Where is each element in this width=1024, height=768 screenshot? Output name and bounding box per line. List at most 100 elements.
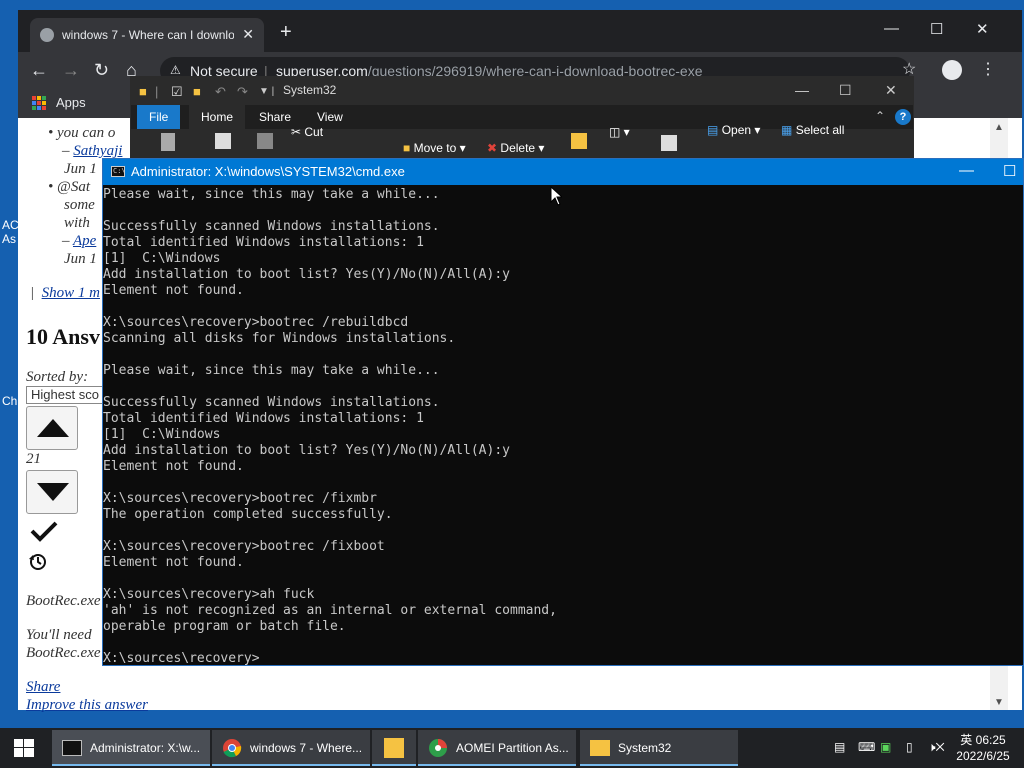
new-folder-icon[interactable] [571, 133, 587, 149]
select-all-button[interactable]: ▦ Select all [781, 123, 844, 137]
cmd-line: Total identified Windows installations: … [103, 235, 424, 250]
mouse-cursor-icon [550, 186, 562, 206]
share-link[interactable]: Share [26, 678, 60, 696]
globe-icon [40, 28, 54, 42]
tab-file[interactable]: File [137, 105, 181, 129]
apps-grid-icon[interactable] [32, 96, 46, 110]
explorer-title: System32 [283, 83, 337, 97]
vote-count: 21 [26, 451, 41, 467]
properties-icon[interactable]: ☑ [171, 84, 183, 100]
warning-icon[interactable]: ⚠ [170, 63, 181, 77]
help-icon[interactable]: ? [895, 109, 911, 125]
taskbar-item-aomei[interactable]: AOMEI Partition As... [418, 730, 576, 766]
comment-text: • @Sat [48, 179, 90, 195]
keyboard-icon[interactable]: ⌨ [858, 740, 875, 754]
delete-button[interactable]: ✖ Delete ▾ [487, 141, 544, 155]
cmd-line [103, 635, 1023, 651]
collapse-ribbon-icon[interactable]: ⌃ [875, 109, 885, 123]
taskbar-item-label: AOMEI Partition As... [456, 741, 569, 755]
history-icon[interactable] [28, 552, 48, 572]
explorer-maximize-button[interactable]: ☐ [839, 82, 852, 99]
file-explorer-icon [384, 738, 404, 758]
explorer-close-button[interactable]: ✕ [885, 82, 897, 99]
cmd-line: Add installation to boot list? Yes(Y)/No… [103, 443, 510, 458]
cmd-line [103, 379, 1023, 395]
menu-kebab-icon[interactable]: ⋮ [980, 59, 996, 79]
ime-indicator[interactable]: 英 [960, 733, 972, 747]
cmd-maximize-button[interactable]: ☐ [1003, 162, 1016, 180]
pin-icon[interactable] [161, 133, 175, 151]
bookmark-apps[interactable]: Apps [56, 95, 86, 110]
taskbar-item-label: System32 [618, 741, 672, 755]
cmd-line [103, 299, 1023, 315]
aomei-icon [429, 739, 447, 757]
taskbar-item-system32[interactable]: System32 [580, 730, 738, 766]
answer-text: You'll need [26, 627, 92, 643]
accepted-check-icon [30, 521, 58, 542]
browser-tab[interactable]: windows 7 - Where can I download bootrec… [30, 18, 264, 52]
cmd-line: X:\sources\recovery>bootrec /fixmbr [103, 491, 377, 506]
undo-icon[interactable]: ↶ [215, 84, 226, 100]
usb-icon[interactable]: ▯ [906, 740, 913, 754]
color-app-icon[interactable]: ▣ [880, 740, 891, 754]
clock-date: 2022/6/25 [956, 749, 1010, 763]
comment-text: • you can o [48, 125, 116, 141]
taskbar-item-chrome[interactable]: windows 7 - Where... [212, 730, 370, 766]
taskbar: Administrator: X:\w... windows 7 - Where… [0, 728, 1024, 768]
explorer-minimize-button[interactable]: — [795, 82, 809, 98]
explorer-window: ■ | ☑ ■ ↶ ↷ ▼ | System32 — ☐ ✕ File Home… [130, 76, 914, 158]
taskbar-item-cmd[interactable]: Administrator: X:\w... [52, 730, 210, 766]
properties-icon[interactable]: ◫ ▾ [609, 125, 630, 139]
network-icon[interactable]: ▤ [834, 740, 845, 754]
desktop-icon-label[interactable]: AC [2, 218, 19, 232]
maximize-button[interactable]: ☐ [930, 20, 943, 38]
properties-check-icon[interactable] [661, 135, 677, 151]
profile-avatar-icon[interactable] [942, 60, 962, 80]
customize-quick-access-icon[interactable]: ▼ | [259, 86, 274, 97]
cmd-line: Element not found. [103, 283, 244, 298]
reload-icon[interactable]: ↻ [94, 60, 109, 80]
redo-icon[interactable]: ↷ [237, 84, 248, 100]
open-button[interactable]: ▤ Open ▾ [707, 123, 760, 137]
desktop-icon-label[interactable]: Ch [2, 394, 17, 408]
cmd-title: Administrator: X:\windows\SYSTEM32\cmd.e… [131, 164, 405, 179]
paste-icon[interactable] [257, 133, 273, 149]
cut-button[interactable]: ✂ Cut [291, 125, 323, 139]
copy-icon[interactable] [215, 133, 231, 149]
clock[interactable]: 英 06:25 2022/6/25 [952, 732, 1014, 764]
forward-icon[interactable]: → [62, 60, 80, 80]
tab-title: windows 7 - Where can I download bootrec… [62, 28, 234, 42]
cmd-console[interactable]: Please wait, since this may take a while… [103, 187, 1023, 665]
new-folder-icon[interactable]: ■ [193, 84, 201, 99]
taskbar-item-file-explorer[interactable] [372, 730, 416, 766]
cmd-line [103, 475, 1023, 491]
desktop-icon-label[interactable]: As [2, 232, 16, 246]
cmd-line: Successfully scanned Windows installatio… [103, 219, 440, 234]
upvote-button[interactable] [26, 406, 78, 450]
new-tab-button[interactable]: + [280, 22, 292, 42]
scroll-down-icon[interactable]: ▼ [994, 697, 1004, 708]
close-tab-icon[interactable]: ✕ [242, 26, 254, 43]
cmd-minimize-button[interactable]: — [959, 162, 974, 179]
cmd-line [103, 523, 1023, 539]
windows-start-icon[interactable] [0, 728, 48, 768]
comment-date: Jun 1 [64, 251, 97, 267]
improve-answer-link[interactable]: Improve this answer [26, 696, 148, 714]
minimize-button[interactable]: — [884, 20, 899, 37]
cmd-line: X:\sources\recovery>bootrec /rebuildbcd [103, 315, 409, 330]
downvote-button[interactable] [26, 470, 78, 514]
cmd-line: X:\sources\recovery>bootrec /fixboot [103, 539, 385, 554]
divider: | [155, 84, 159, 99]
cmd-line: Total identified Windows installations: … [103, 411, 424, 426]
volume-muted-icon[interactable]: 🕨✕ [928, 740, 945, 755]
back-icon[interactable]: ← [30, 60, 48, 80]
close-button[interactable]: ✕ [976, 20, 989, 38]
answers-heading: 10 Ansv [26, 324, 100, 349]
move-to-button[interactable]: ■ Move to ▾ [403, 141, 466, 155]
sort-select[interactable]: Highest sco [26, 386, 106, 404]
show-more-comments-link[interactable]: | Show 1 m [30, 284, 100, 302]
tab-home[interactable]: Home [189, 105, 246, 129]
scroll-up-icon[interactable]: ▲ [994, 122, 1004, 133]
arrow-down-icon [37, 483, 69, 501]
comment-author[interactable]: – Ape [62, 232, 96, 250]
